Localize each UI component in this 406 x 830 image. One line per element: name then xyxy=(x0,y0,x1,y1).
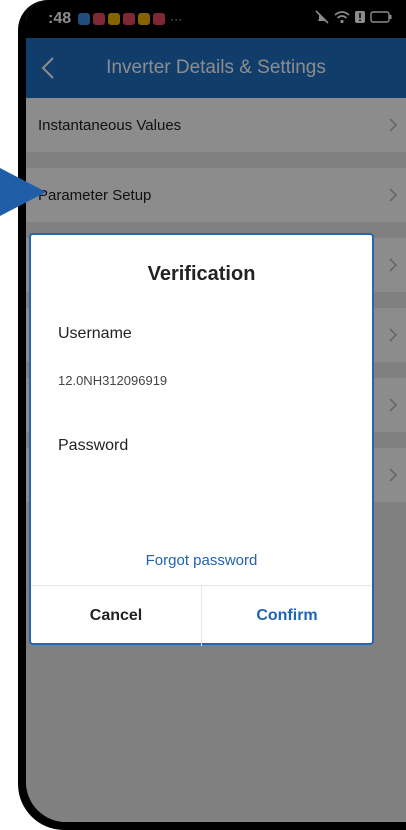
password-field[interactable] xyxy=(58,475,345,515)
username-label: Username xyxy=(58,325,132,342)
pointer-arrow-icon xyxy=(0,168,46,216)
cancel-button[interactable]: Cancel xyxy=(31,586,202,646)
username-field[interactable]: 12.0NH312096919 xyxy=(58,373,167,388)
password-label: Password xyxy=(58,437,129,454)
dialog-buttons: Cancel Confirm xyxy=(31,585,372,646)
confirm-button[interactable]: Confirm xyxy=(202,586,372,646)
dialog-title: Verification xyxy=(147,263,256,285)
forgot-password-link[interactable]: Forgot password xyxy=(31,552,372,569)
verification-dialog: Verification Username 12.0NH312096919 Pa… xyxy=(29,233,374,646)
